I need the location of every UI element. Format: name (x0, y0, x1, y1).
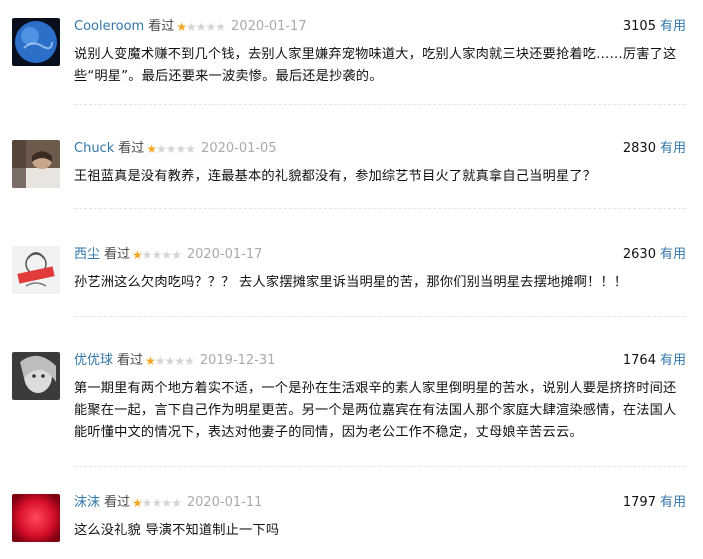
review-meta: Cooleroom 看过 ★★★★★ 2020-01-17 (74, 18, 307, 36)
review-text: 孙艺洲这么欠肉吃吗？？？ 去人家摆摊家里诉当明星的苦，那你们别当明星去摆地摊啊！… (74, 275, 628, 290)
vote-box: 1764 有用 (623, 352, 686, 370)
review-date: 2019-12-31 (199, 353, 276, 368)
avatar[interactable] (12, 352, 60, 400)
watch-status: 看过 (148, 19, 175, 34)
review-date: 2020-01-17 (186, 247, 263, 262)
avatar[interactable] (12, 140, 60, 188)
review-text: 这么没礼貌 导演不知道制止一下吗 (74, 523, 280, 538)
rating-stars: ★★★★★ (146, 142, 196, 156)
username-link[interactable]: 沫沫 (74, 495, 100, 510)
vote-box: 1797 有用 (623, 494, 686, 512)
watch-status: 看过 (104, 495, 131, 510)
watch-status: 看过 (117, 353, 144, 368)
review-meta: Chuck 看过 ★★★★★ 2020-01-05 (74, 140, 277, 158)
review-meta: 优优球 看过 ★★★★★ 2019-12-31 (74, 352, 275, 370)
review-list: Cooleroom 看过 ★★★★★ 2020-01-17 3105 有用 说别人变魔术… (0, 0, 703, 559)
useful-button[interactable]: 有用 (660, 495, 686, 510)
divider (74, 316, 686, 317)
vote-count: 1764 (622, 353, 656, 368)
rating-stars: ★★★★★ (132, 496, 182, 510)
divider (74, 208, 686, 209)
review-text: 王祖蓝真是没有教养，连最基本的礼貌都没有，参加综艺节目火了就真拿自己当明星了？ (74, 169, 597, 184)
vote-box: 2830 有用 (623, 140, 686, 158)
rating-stars: ★★★★★ (176, 20, 226, 34)
watch-status: 看过 (104, 247, 131, 262)
review-text: 说别人变魔术赚不到几个钱，去别人家里嫌弃宠物味道大，吃别人家肉就三块还要抢着吃…… (74, 47, 677, 84)
useful-button[interactable]: 有用 (660, 141, 686, 156)
avatar[interactable] (12, 494, 60, 542)
avatar[interactable] (12, 18, 60, 66)
username-link[interactable]: Cooleroom (74, 19, 144, 34)
username-link[interactable]: 优优球 (74, 353, 113, 368)
vote-count: 3105 (622, 19, 656, 34)
vote-count: 1797 (622, 495, 656, 510)
review-date: 2020-01-17 (231, 19, 307, 34)
vote-box: 2630 有用 (623, 246, 686, 264)
username-link[interactable]: Chuck (74, 141, 114, 156)
useful-button[interactable]: 有用 (660, 19, 686, 34)
vote-count: 2630 (622, 247, 656, 262)
review-date: 2020-01-05 (201, 141, 277, 156)
vote-count: 2830 (622, 141, 656, 156)
rating-stars: ★★★★★ (145, 354, 195, 368)
divider (74, 104, 686, 105)
rating-stars: ★★★★★ (132, 248, 182, 262)
useful-button[interactable]: 有用 (660, 247, 686, 262)
username-link[interactable]: 西尘 (74, 247, 100, 262)
review-meta: 沫沫 看过 ★★★★★ 2020-01-11 (74, 494, 262, 512)
avatar[interactable] (12, 246, 60, 294)
review-date: 2020-01-11 (186, 495, 263, 510)
review-text: 第一期里有两个地方着实不适，一个是孙在生活艰辛的素人家里倒明星的苦水，说别人要是… (74, 381, 677, 440)
useful-button[interactable]: 有用 (660, 353, 686, 368)
watch-status: 看过 (118, 141, 145, 156)
vote-box: 3105 有用 (623, 18, 686, 36)
divider (74, 466, 686, 467)
review-meta: 西尘 看过 ★★★★★ 2020-01-17 (74, 246, 262, 264)
